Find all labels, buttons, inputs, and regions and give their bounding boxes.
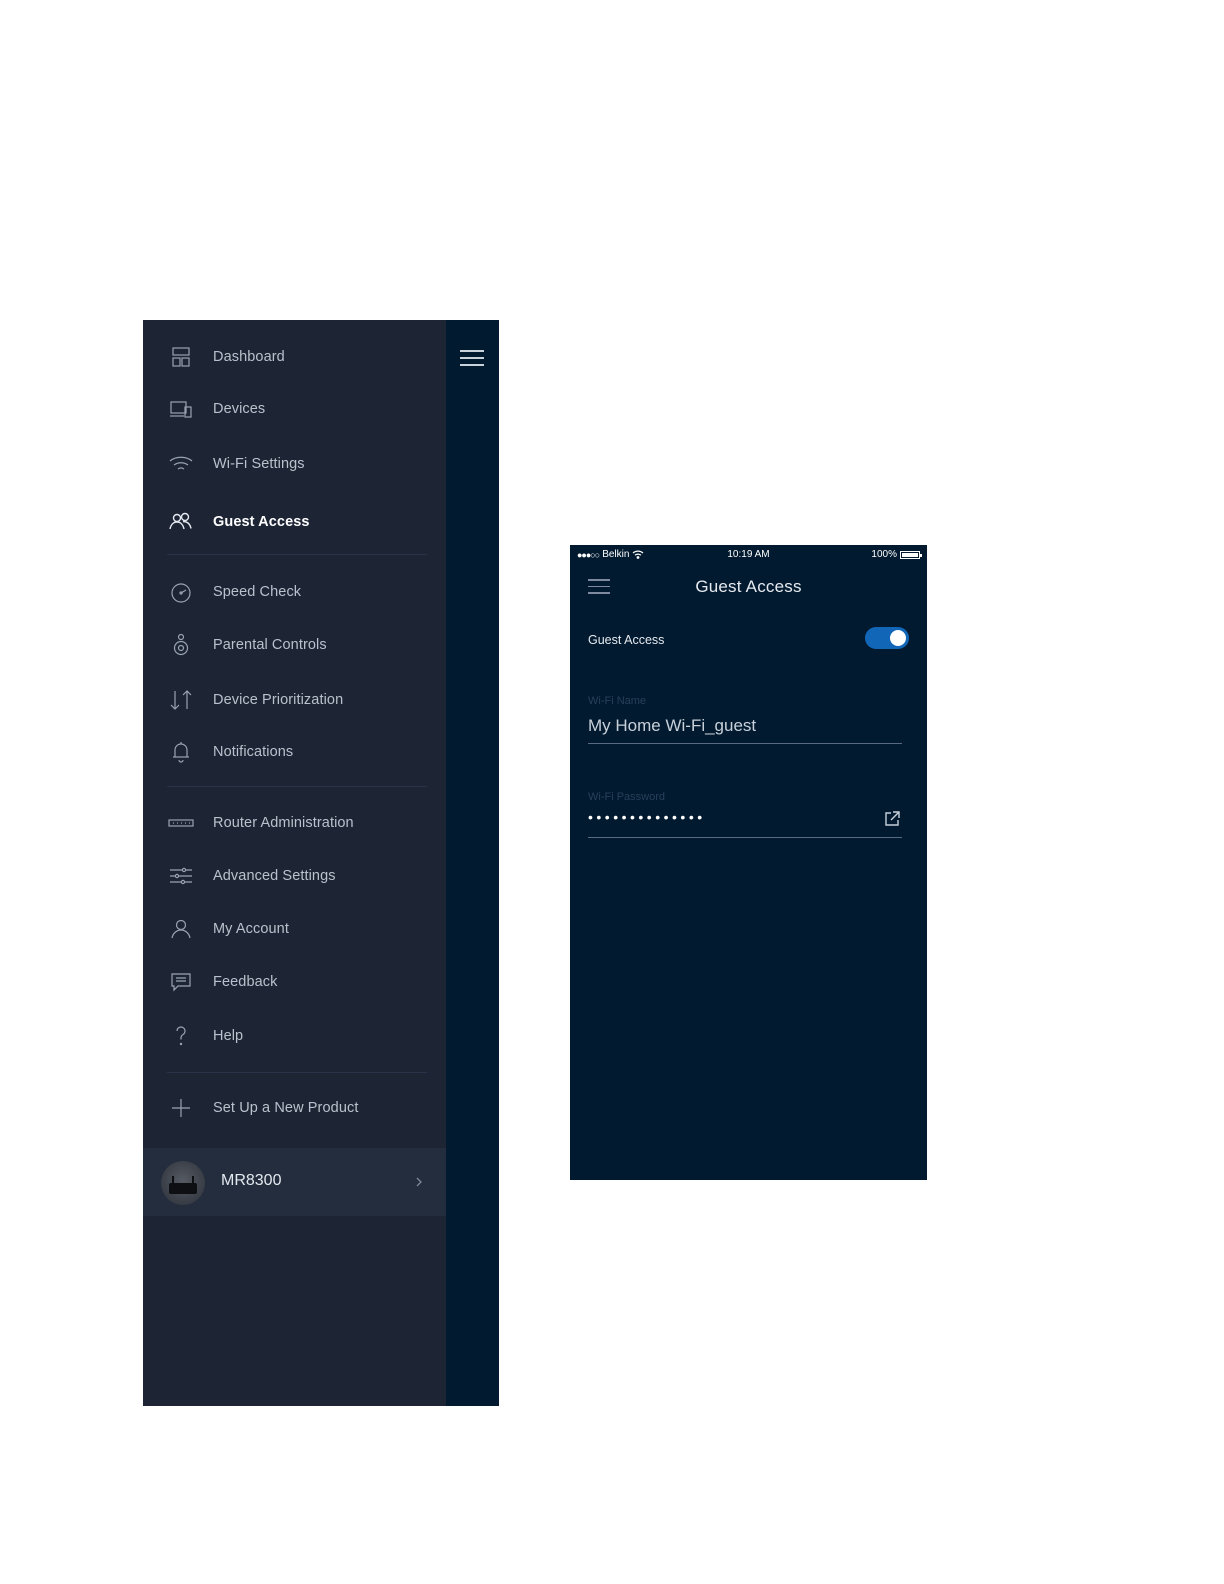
battery-indicator: 100%: [871, 549, 922, 560]
nav-item-my-account[interactable]: My Account: [143, 909, 446, 949]
navigation-drawer-screen: Dashboard Devices Wi-Fi Settings Guest A…: [143, 320, 499, 1406]
parental-controls-icon: [167, 631, 195, 659]
nav-item-label: Router Administration: [213, 815, 354, 831]
nav-item-label: Set Up a New Product: [213, 1100, 359, 1116]
dashboard-icon: [167, 343, 195, 371]
nav-item-label: Devices: [213, 401, 266, 417]
divider: [167, 554, 427, 555]
guest-access-toggle-label: Guest Access: [588, 633, 665, 647]
page-title: Guest Access: [695, 577, 802, 596]
nav-item-label: Guest Access: [213, 514, 310, 530]
user-icon: [167, 915, 195, 943]
status-bar: ●●●○○ Belkin 10:19 AM 100%: [570, 545, 927, 565]
chevron-right-icon: [416, 1177, 422, 1187]
nav-item-devices[interactable]: Devices: [143, 389, 446, 429]
nav-item-label: Wi-Fi Settings: [213, 456, 305, 472]
bell-icon: [167, 738, 195, 766]
nav-item-label: Device Prioritization: [213, 692, 344, 708]
nav-item-label: Notifications: [213, 744, 294, 760]
sliders-icon: [167, 862, 195, 890]
battery-percent: 100%: [871, 549, 897, 560]
wifi-name-underline: [588, 743, 902, 744]
nav-item-feedback[interactable]: Feedback: [143, 962, 446, 1002]
wifi-name-label: Wi-Fi Name: [588, 695, 647, 707]
wifi-icon: [167, 450, 195, 478]
help-icon: [167, 1022, 195, 1050]
guest-access-screen: ●●●○○ Belkin 10:19 AM 100% Guest Access …: [570, 545, 927, 1180]
nav-item-speed-check[interactable]: Speed Check: [143, 572, 446, 612]
nav-item-label: Parental Controls: [213, 637, 327, 653]
menu-icon[interactable]: [460, 350, 484, 368]
nav-item-label: Dashboard: [213, 349, 285, 365]
nav-item-label: Speed Check: [213, 584, 302, 600]
nav-item-label: My Account: [213, 921, 289, 937]
toggle-knob: [890, 630, 906, 646]
nav-item-guest-access[interactable]: Guest Access: [143, 502, 446, 542]
divider: [167, 1072, 427, 1073]
nav-item-label: Advanced Settings: [213, 868, 336, 884]
guest-access-icon: [167, 508, 195, 536]
router-icon: [167, 809, 195, 837]
nav-item-device-prioritization[interactable]: Device Prioritization: [143, 680, 446, 720]
guest-access-toggle[interactable]: [865, 627, 909, 649]
wifi-name-field[interactable]: My Home Wi-Fi_guest: [588, 716, 756, 736]
wifi-password-underline: [588, 837, 902, 838]
navigation-drawer: Dashboard Devices Wi-Fi Settings Guest A…: [143, 320, 446, 1406]
nav-item-router-administration[interactable]: Router Administration: [143, 803, 446, 843]
wifi-password-label: Wi-Fi Password: [588, 791, 666, 803]
router-avatar: [161, 1161, 205, 1205]
share-icon[interactable]: [883, 810, 901, 828]
nav-item-help[interactable]: Help: [143, 1016, 446, 1056]
speed-check-icon: [167, 578, 195, 606]
plus-icon: [167, 1094, 195, 1122]
divider: [167, 786, 427, 787]
feedback-icon: [167, 968, 195, 996]
nav-item-set-up-new-product[interactable]: Set Up a New Product: [143, 1088, 446, 1128]
battery-icon: [900, 550, 922, 559]
devices-icon: [167, 395, 195, 423]
nav-item-label: Feedback: [213, 974, 278, 990]
wifi-password-field[interactable]: ••••••••••••••: [588, 809, 706, 825]
nav-item-parental-controls[interactable]: Parental Controls: [143, 625, 446, 665]
nav-item-advanced-settings[interactable]: Advanced Settings: [143, 856, 446, 896]
router-name: MR8300: [221, 1172, 282, 1189]
nav-item-label: Help: [213, 1028, 244, 1044]
nav-item-wifi-settings[interactable]: Wi-Fi Settings: [143, 444, 446, 484]
router-selector[interactable]: MR8300: [143, 1148, 446, 1216]
nav-item-notifications[interactable]: Notifications: [143, 732, 446, 772]
prioritization-icon: [167, 686, 195, 714]
nav-item-dashboard[interactable]: Dashboard: [143, 337, 446, 377]
